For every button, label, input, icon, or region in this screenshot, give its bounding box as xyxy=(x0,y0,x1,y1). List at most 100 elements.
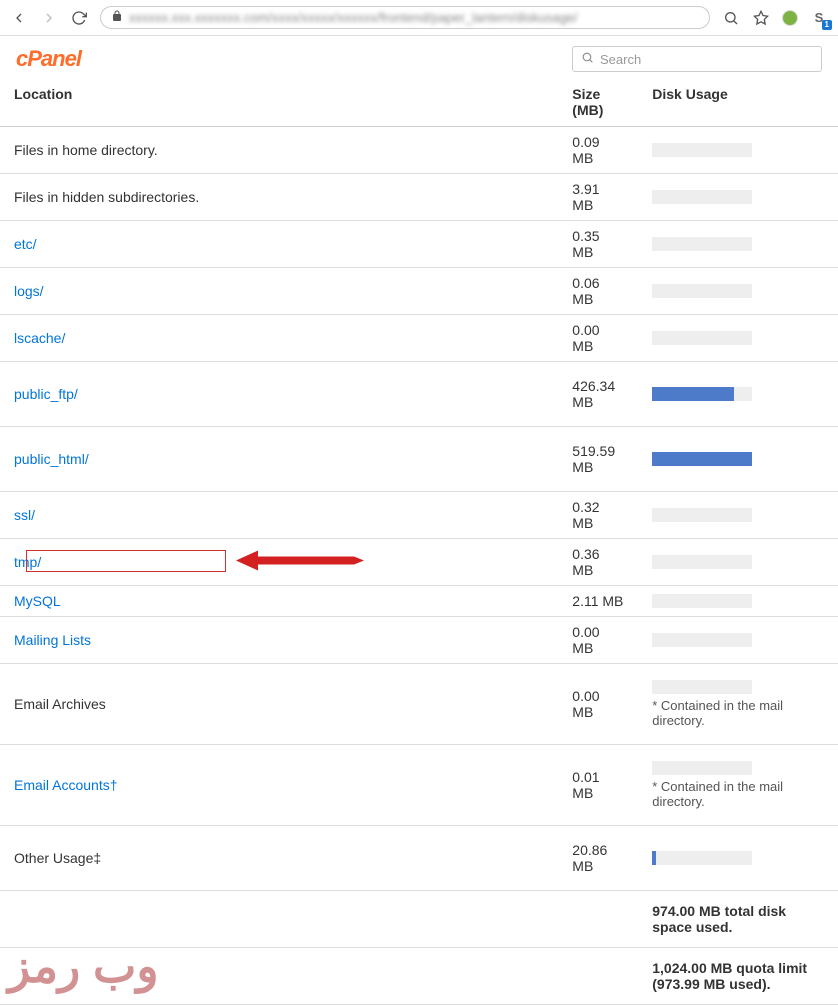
total-row: 974.00 MB total disk space used. xyxy=(0,891,838,948)
usage-cell xyxy=(638,586,838,617)
table-row: Mailing Lists 0.00 MB xyxy=(0,617,838,664)
back-button[interactable] xyxy=(10,9,28,27)
search-box[interactable] xyxy=(572,46,822,72)
usage-bar-fill xyxy=(652,387,734,401)
usage-bar xyxy=(652,680,752,694)
location-label: Files in hidden subdirectories. xyxy=(14,189,199,205)
table-row: public_ftp/426.34 MB xyxy=(0,362,838,427)
usage-bar xyxy=(652,190,752,204)
table-row: public_html/519.59 MB xyxy=(0,427,838,492)
location-label[interactable]: logs/ xyxy=(14,283,44,299)
star-icon[interactable] xyxy=(752,9,770,27)
size-value: 0.32 MB xyxy=(558,492,638,539)
location-label[interactable]: MySQL xyxy=(14,593,61,609)
location-label: Email Archives xyxy=(14,696,106,712)
size-value: 426.34 MB xyxy=(558,362,638,427)
usage-cell xyxy=(638,315,838,362)
table-row: lscache/0.00 MB xyxy=(0,315,838,362)
usage-bar xyxy=(652,761,752,775)
search-input[interactable] xyxy=(600,52,813,67)
table-row: MySQL 2.11 MB xyxy=(0,586,838,617)
usage-cell xyxy=(638,492,838,539)
zoom-icon[interactable] xyxy=(722,9,740,27)
location-label[interactable]: ssl/ xyxy=(14,507,35,523)
usage-cell xyxy=(638,268,838,315)
total-text: 974.00 MB total disk space used. xyxy=(638,891,838,948)
extension-s-icon[interactable]: S1 xyxy=(810,9,828,27)
size-value: 0.00 MB xyxy=(558,617,638,664)
usage-bar-fill xyxy=(652,851,656,865)
disk-usage-table: Location Size (MB) Disk Usage Files in h… xyxy=(0,78,838,1005)
location-label[interactable]: Email Accounts† xyxy=(14,777,118,793)
location-label[interactable]: Mailing Lists xyxy=(14,632,91,648)
usage-cell: * Contained in the mail directory. xyxy=(638,745,838,826)
location-label: Files in home directory. xyxy=(14,142,158,158)
table-row: Email Archives 0.00 MB * Contained in the … xyxy=(0,664,838,745)
usage-bar xyxy=(652,555,752,569)
usage-cell: * Contained in the mail directory. xyxy=(638,664,838,745)
highlight-box xyxy=(26,550,226,572)
usage-bar xyxy=(652,508,752,522)
usage-cell xyxy=(638,539,838,586)
address-bar[interactable]: xxxxxx.xxx.xxxxxxx.com/xxxx/xxxxx/xxxxxx… xyxy=(100,6,710,29)
location-label[interactable]: lscache/ xyxy=(14,330,65,346)
column-header-size: Size (MB) xyxy=(558,78,638,127)
usage-cell xyxy=(638,617,838,664)
table-row: Files in hidden subdirectories. 3.91 MB xyxy=(0,174,838,221)
usage-bar xyxy=(652,387,752,401)
table-row: logs/0.06 MB xyxy=(0,268,838,315)
arrow-annotation xyxy=(236,549,366,576)
usage-note: * Contained in the mail directory. xyxy=(652,698,824,728)
quota-row: 1,024.00 MB quota limit (973.99 MB used)… xyxy=(0,948,838,1005)
size-value: 0.00 MB xyxy=(558,315,638,362)
location-label[interactable]: tmp/ xyxy=(14,554,41,570)
usage-cell xyxy=(638,174,838,221)
browser-toolbar: xxxxxx.xxx.xxxxxxx.com/xxxx/xxxxx/xxxxxx… xyxy=(0,0,838,36)
table-row: Email Accounts† 0.01 MB * Contained in the… xyxy=(0,745,838,826)
usage-bar xyxy=(652,452,752,466)
location-label[interactable]: public_html/ xyxy=(14,451,89,467)
size-value: 519.59 MB xyxy=(558,427,638,492)
usage-bar xyxy=(652,284,752,298)
location-label: Other Usage‡ xyxy=(14,850,101,866)
size-value: 0.06 MB xyxy=(558,268,638,315)
size-value: 0.09 MB xyxy=(558,127,638,174)
quota-text: 1,024.00 MB quota limit (973.99 MB used)… xyxy=(638,948,838,1005)
table-row: tmp/0.36 MB xyxy=(0,539,838,586)
usage-bar xyxy=(652,237,752,251)
extension-icon[interactable] xyxy=(782,10,798,26)
usage-cell xyxy=(638,826,838,891)
reload-button[interactable] xyxy=(70,9,88,27)
size-value: 0.35 MB xyxy=(558,221,638,268)
usage-cell xyxy=(638,127,838,174)
usage-cell xyxy=(638,221,838,268)
size-value: 20.86 MB xyxy=(558,826,638,891)
table-row: etc/0.35 MB xyxy=(0,221,838,268)
page-header: cPanel xyxy=(0,36,838,78)
usage-bar-fill xyxy=(652,452,752,466)
size-value: 0.36 MB xyxy=(558,539,638,586)
url-text: xxxxxx.xxx.xxxxxxx.com/xxxx/xxxxx/xxxxxx… xyxy=(129,10,578,25)
size-value: 2.11 MB xyxy=(558,586,638,617)
column-header-location: Location xyxy=(0,78,558,127)
size-value: 0.01 MB xyxy=(558,745,638,826)
location-label[interactable]: etc/ xyxy=(14,236,37,252)
usage-bar xyxy=(652,594,752,608)
forward-button[interactable] xyxy=(40,9,58,27)
usage-note: * Contained in the mail directory. xyxy=(652,779,824,809)
size-value: 0.00 MB xyxy=(558,664,638,745)
column-header-usage: Disk Usage xyxy=(638,78,838,127)
table-row: Other Usage‡ 20.86 MB xyxy=(0,826,838,891)
usage-bar xyxy=(652,143,752,157)
usage-cell xyxy=(638,362,838,427)
usage-bar xyxy=(652,851,752,865)
usage-bar xyxy=(652,331,752,345)
usage-bar xyxy=(652,633,752,647)
cpanel-logo: cPanel xyxy=(16,46,81,72)
search-icon xyxy=(581,51,594,67)
table-row: ssl/0.32 MB xyxy=(0,492,838,539)
location-label[interactable]: public_ftp/ xyxy=(14,386,78,402)
table-row: Files in home directory. 0.09 MB xyxy=(0,127,838,174)
size-value: 3.91 MB xyxy=(558,174,638,221)
lock-icon xyxy=(111,10,123,25)
